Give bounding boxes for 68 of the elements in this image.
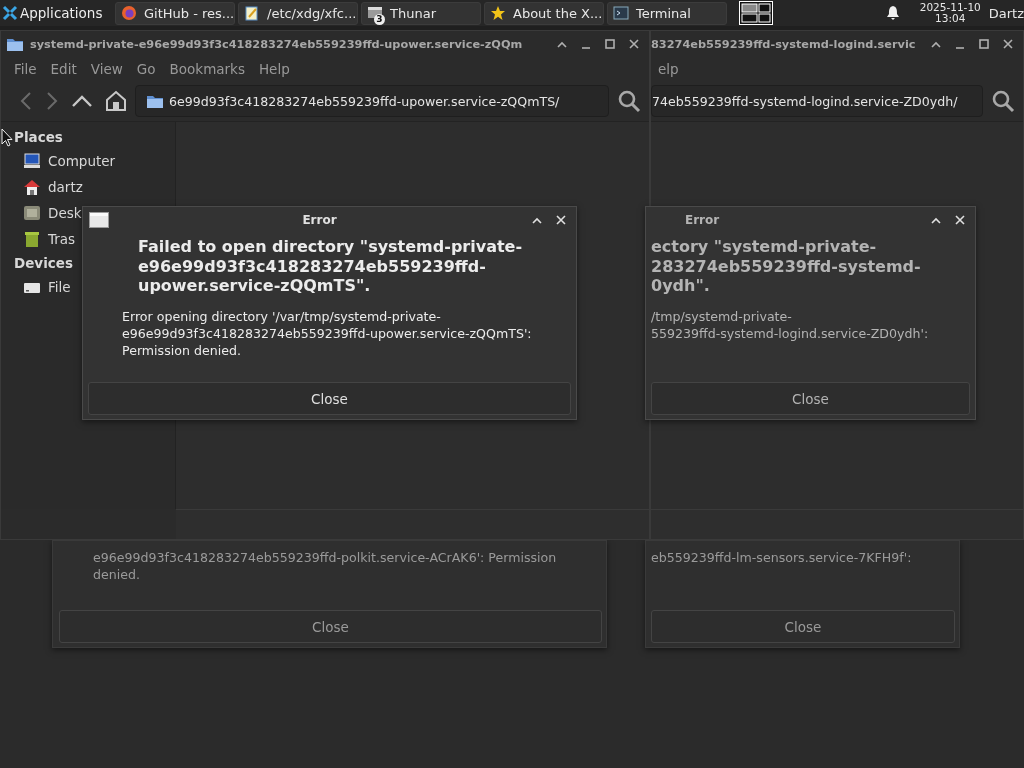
bell-icon[interactable]	[885, 5, 900, 21]
sidebar-item[interactable]: dartz	[23, 174, 83, 200]
menu-item[interactable]: elp	[651, 61, 686, 77]
menu-item[interactable]: View	[83, 61, 130, 77]
star-icon	[490, 5, 506, 21]
error-heading: ectory "systemd-private- 283274eb559239ffd-systemd- 0ydh".	[650, 236, 922, 296]
logo-icon	[2, 5, 18, 21]
error-heading: Failed to open directory "systemd-private- e96e99d93f3c418283274eb559239ffd- upower.service-zQQmTS".	[137, 236, 524, 296]
workspace-switcher[interactable]	[739, 1, 773, 25]
error-message: e96e99d93f3c418283274eb559239ffd-polkit.service-ACrAK6': Permission denied.	[92, 549, 558, 583]
search-button[interactable]	[617, 89, 641, 113]
close-button[interactable]	[1001, 37, 1015, 51]
menu-item[interactable]: Go	[129, 61, 163, 77]
forward-button[interactable]	[45, 91, 59, 111]
taskbar-button[interactable]: /etc/xdg/xfc...	[238, 1, 358, 25]
home-icon	[23, 178, 41, 196]
maximize-button[interactable]	[603, 37, 617, 51]
dialog-title: Error	[684, 213, 721, 227]
menu-item[interactable]: Bookmarks	[162, 61, 252, 77]
section-header: Devices	[14, 255, 73, 271]
error-message: eb559239ffd-lm-sensors.service-7KFH9f':	[650, 549, 913, 566]
close-button[interactable]	[627, 37, 641, 51]
taskbar-button[interactable]: Terminal	[607, 1, 727, 25]
sidebar-item[interactable]: Tras	[23, 226, 76, 252]
menu-item[interactable]: Edit	[43, 61, 84, 77]
sidebar-item[interactable]: File	[23, 274, 71, 300]
sidebar-item[interactable]: Computer	[23, 148, 116, 174]
close-button[interactable]: Close	[651, 382, 970, 415]
section-header: Places	[14, 129, 63, 145]
desktop-icon	[23, 204, 41, 222]
search-button[interactable]	[991, 89, 1015, 113]
menu-item[interactable]: Help	[251, 61, 297, 77]
close-button[interactable]: Close	[651, 610, 955, 643]
maximize-button[interactable]	[977, 37, 991, 51]
folder-icon	[6, 36, 24, 52]
folder-icon	[146, 93, 164, 109]
applications-menu[interactable]: Applications	[0, 1, 112, 25]
cursor-icon	[1, 128, 13, 148]
count-badge: 3	[374, 13, 385, 25]
user-name[interactable]: Dartz	[988, 5, 1024, 21]
notepad-icon	[244, 5, 260, 21]
close-button[interactable]	[554, 213, 568, 227]
dialog-title: Error	[301, 213, 338, 227]
close-button[interactable]	[953, 213, 967, 227]
window-title: 83274eb559239ffd-systemd-logind.servic	[651, 37, 916, 51]
window-title: systemd-private-e96e99d93f3c418283274eb559239ffd-upower.service-zQQm	[30, 37, 523, 51]
trash-icon	[23, 230, 41, 248]
home-button[interactable]	[105, 90, 127, 112]
menu-item[interactable]: File	[7, 61, 44, 77]
terminal-icon	[613, 5, 629, 21]
clock-time: 13:04	[935, 13, 966, 24]
taskbar-button[interactable]: About the X...	[484, 1, 604, 25]
close-button[interactable]: Close	[59, 610, 602, 643]
taskbar-button[interactable]: 3 Thunar	[361, 1, 481, 25]
error-message: Error opening directory '/var/tmp/systemd-private- e96e99d93f3c418283274eb559239ffd-upower.service-zQQmTS': Permission denied.	[121, 307, 533, 359]
close-button[interactable]: Close	[88, 382, 571, 415]
up-button[interactable]	[71, 94, 93, 108]
path-field[interactable]: 74eb559239ffd-systemd-logind.service-ZD0ydh/	[651, 85, 983, 117]
error-message: /tmp/systemd-private- 559239ffd-systemd-logind.service-ZD0ydh':	[650, 307, 930, 342]
window-icon	[367, 5, 383, 21]
taskbar-button[interactable]: GitHub - res...	[115, 1, 235, 25]
path-field[interactable]: 6e99d93f3c418283274eb559239ffd-upower.service-zQQmTS/	[135, 85, 609, 117]
computer-icon	[23, 152, 41, 170]
clock-date: 2025-11-10	[919, 2, 981, 13]
window-icon	[89, 212, 109, 228]
sidebar-item[interactable]: Desk	[23, 200, 82, 226]
back-button[interactable]	[19, 91, 33, 111]
browser-icon	[121, 5, 137, 21]
